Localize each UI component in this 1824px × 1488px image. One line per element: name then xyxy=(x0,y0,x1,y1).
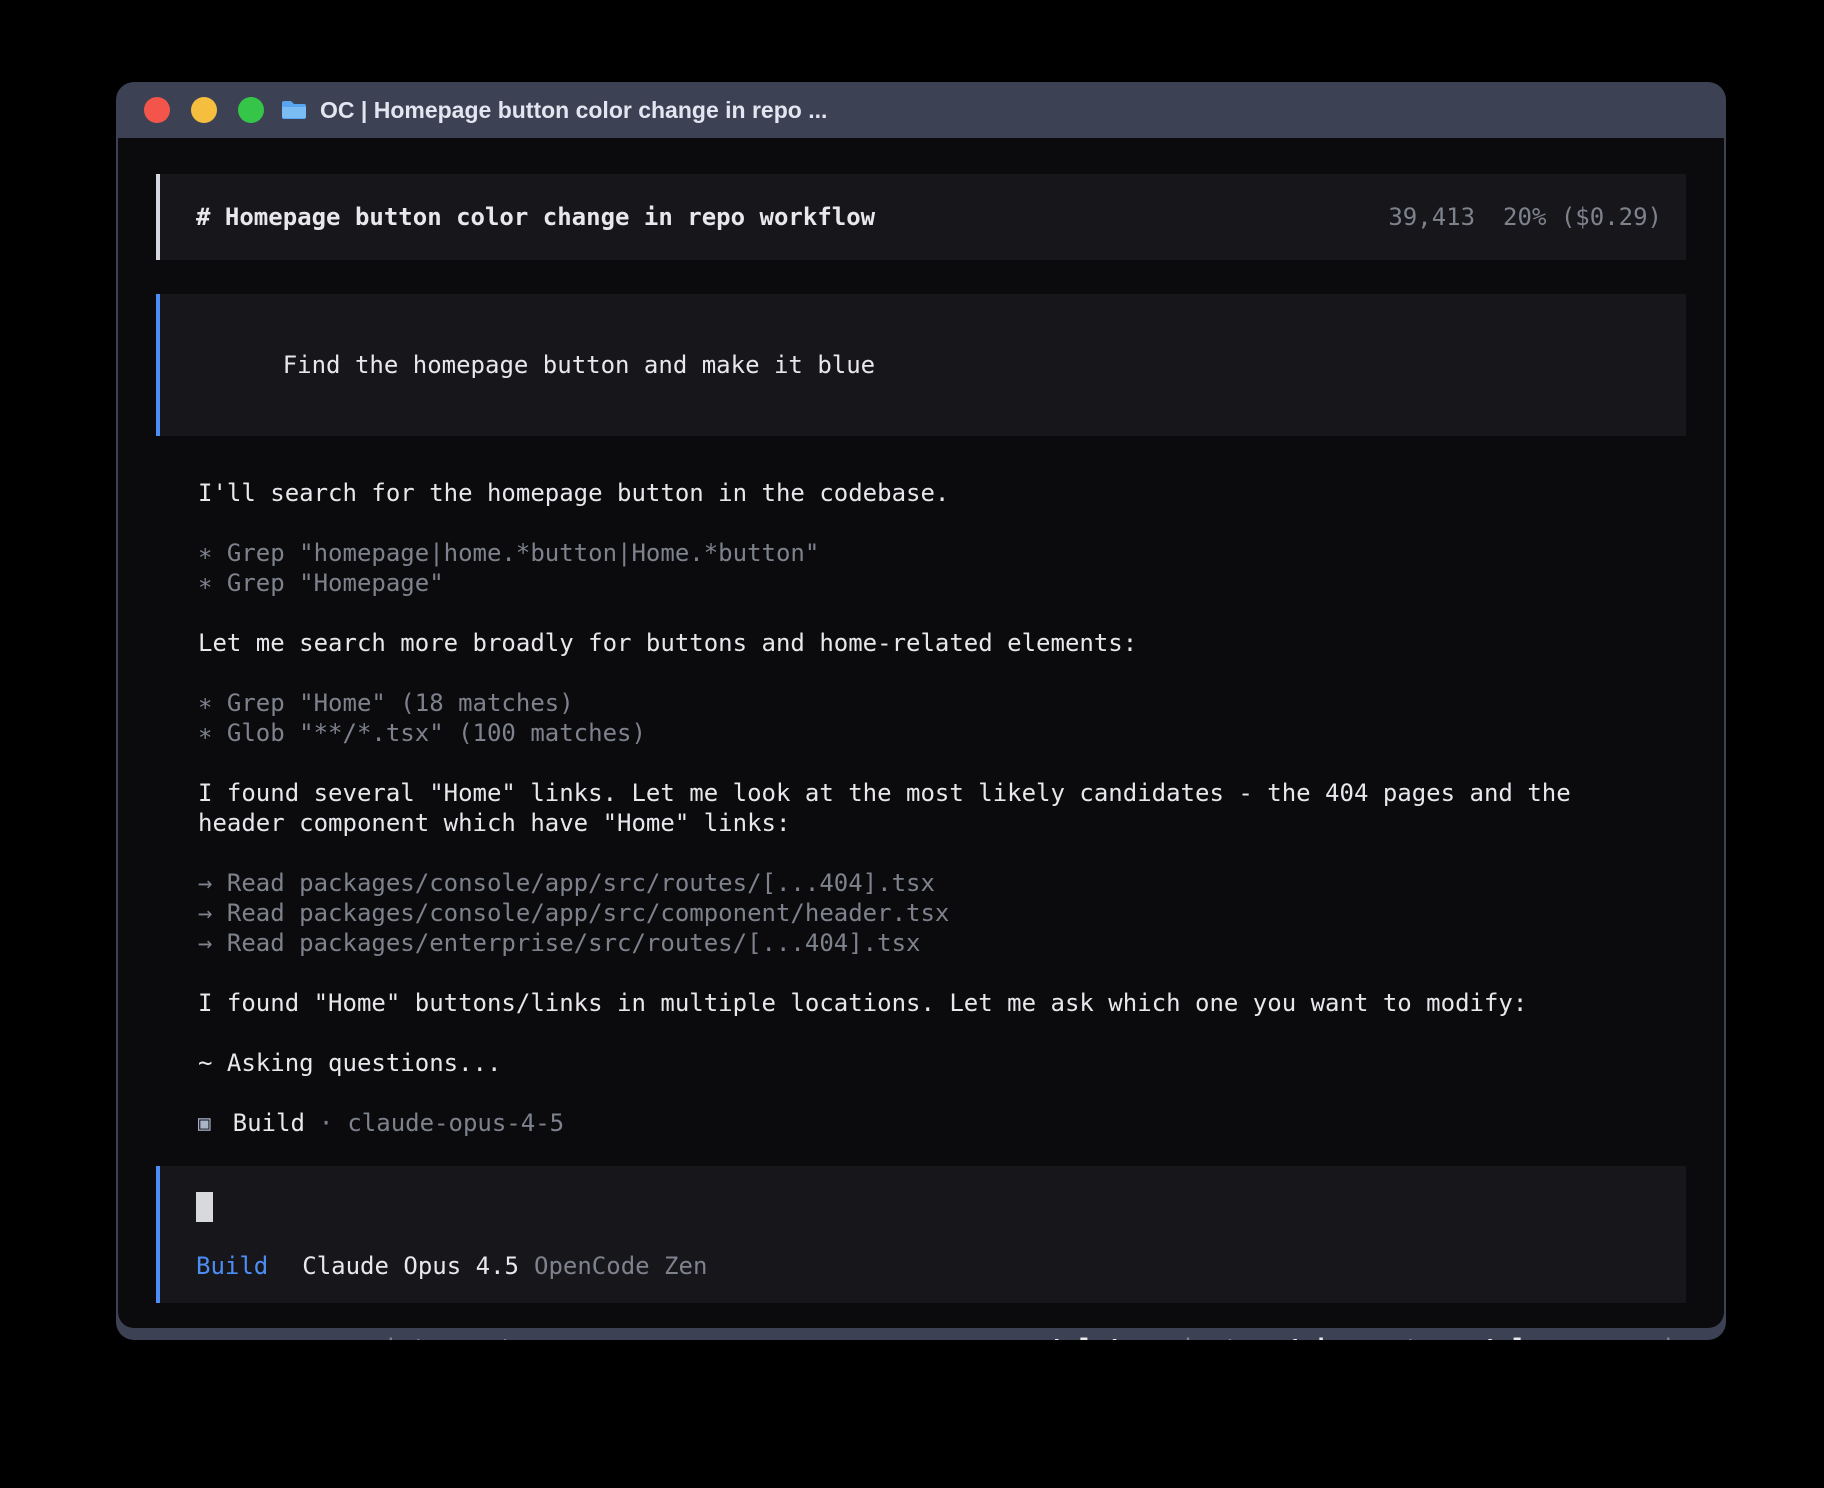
transcript-line xyxy=(198,1078,1686,1108)
transcript-line: ∗ Grep "homepage|home.*button|Home.*butt… xyxy=(198,538,1686,568)
transcript-line xyxy=(198,658,1686,688)
transcript-line xyxy=(198,958,1686,988)
input-provider-label: OpenCode Zen xyxy=(534,1251,707,1281)
shortcut-commands: ctrl+p commands xyxy=(1469,1333,1686,1340)
transcript-line: ∗ Grep "Home" (18 matches) xyxy=(198,688,1686,718)
context-usage: 20% ($0.29) xyxy=(1503,202,1662,232)
agent-status-line: ▣ Build · claude-opus-4-5 xyxy=(156,1108,1686,1138)
shortcut-label-interrupt xyxy=(369,1334,383,1340)
status-bar-right: ctrl+t variants tab agents ctrl+p comman… xyxy=(1036,1333,1686,1340)
user-message-text: Find the homepage button and make it blu… xyxy=(283,351,875,379)
transcript-line: ∗ Glob "**/*.tsx" (100 matches) xyxy=(198,718,1686,748)
titlebar-title-group: OC | Homepage button color change in rep… xyxy=(280,97,827,124)
input-mode-label[interactable]: Build xyxy=(196,1251,268,1281)
shortcut-label-variants: variants xyxy=(1137,1334,1253,1340)
transcript-line xyxy=(198,598,1686,628)
shortcut-key-esc: esc xyxy=(326,1334,369,1340)
shortcut-variants: ctrl+t variants xyxy=(1036,1333,1253,1340)
activity-dots: ········ xyxy=(164,1333,288,1340)
token-count: 39,413 xyxy=(1388,202,1475,232)
window-title: OC | Homepage button color change in rep… xyxy=(320,97,827,124)
transcript-line: Let me search more broadly for buttons a… xyxy=(198,628,1686,658)
shortcut-key-ctrl-p: ctrl+p xyxy=(1469,1334,1556,1340)
shortcut-interrupt: esc interrupt xyxy=(326,1333,514,1340)
agent-icon: ▣ xyxy=(198,1108,211,1138)
window-titlebar: OC | Homepage button color change in rep… xyxy=(116,82,1726,138)
transcript-line: I found "Home" buttons/links in multiple… xyxy=(198,988,1686,1018)
terminal-content: # Homepage button color change in repo w… xyxy=(118,138,1724,1328)
shortcut-key-tab: tab xyxy=(1289,1334,1332,1340)
session-meta: 39,413 20% ($0.29) xyxy=(1388,202,1662,232)
input-model-label[interactable]: Claude Opus 4.5 xyxy=(302,1251,519,1281)
transcript-line: → Read packages/console/app/src/routes/[… xyxy=(198,868,1686,898)
transcript-line xyxy=(198,748,1686,778)
zoom-window-button[interactable] xyxy=(238,97,264,123)
transcript-line: → Read packages/enterprise/src/routes/[.… xyxy=(198,928,1686,958)
prompt-input[interactable]: Build Claude Opus 4.5 OpenCode Zen xyxy=(156,1166,1686,1303)
minimize-window-button[interactable] xyxy=(191,97,217,123)
folder-icon xyxy=(280,99,308,121)
transcript-line xyxy=(198,508,1686,538)
user-message: Find the homepage button and make it blu… xyxy=(156,294,1686,436)
shortcut-label-interrupt-text: interrupt xyxy=(383,1334,513,1340)
transcript-line xyxy=(198,1018,1686,1048)
transcript-line: → Read packages/console/app/src/componen… xyxy=(198,898,1686,928)
shortcut-label-agents: agents xyxy=(1347,1334,1434,1340)
agent-separator: · xyxy=(319,1108,333,1138)
traffic-lights xyxy=(144,97,264,123)
transcript-line: I'll search for the homepage button in t… xyxy=(198,478,1686,508)
session-header: # Homepage button color change in repo w… xyxy=(156,174,1686,260)
shortcut-agents: tab agents xyxy=(1289,1333,1434,1340)
transcript-line: I found several "Home" links. Let me loo… xyxy=(198,778,1686,808)
transcript-line: ~ Asking questions... xyxy=(198,1048,1686,1078)
transcript-line: header component which have "Home" links… xyxy=(198,808,1686,838)
shortcut-label-commands: commands xyxy=(1570,1334,1686,1340)
terminal-window: OC | Homepage button color change in rep… xyxy=(116,82,1726,1340)
shortcut-key-ctrl-t: ctrl+t xyxy=(1036,1334,1123,1340)
input-meta: Build Claude Opus 4.5 OpenCode Zen xyxy=(196,1251,1650,1281)
close-window-button[interactable] xyxy=(144,97,170,123)
desktop: { "colors": { "accent_blue": "#4c8df6", … xyxy=(0,0,1824,1488)
status-bar: ········ esc interrupt ctrl+t variants t… xyxy=(156,1333,1686,1340)
transcript-line: ∗ Grep "Homepage" xyxy=(198,568,1686,598)
agent-name: Build xyxy=(233,1108,305,1138)
session-title: # Homepage button color change in repo w… xyxy=(196,202,875,232)
agent-model: claude-opus-4-5 xyxy=(347,1108,564,1138)
transcript-line xyxy=(198,838,1686,868)
transcript: I'll search for the homepage button in t… xyxy=(156,478,1686,1108)
text-cursor xyxy=(196,1192,213,1222)
